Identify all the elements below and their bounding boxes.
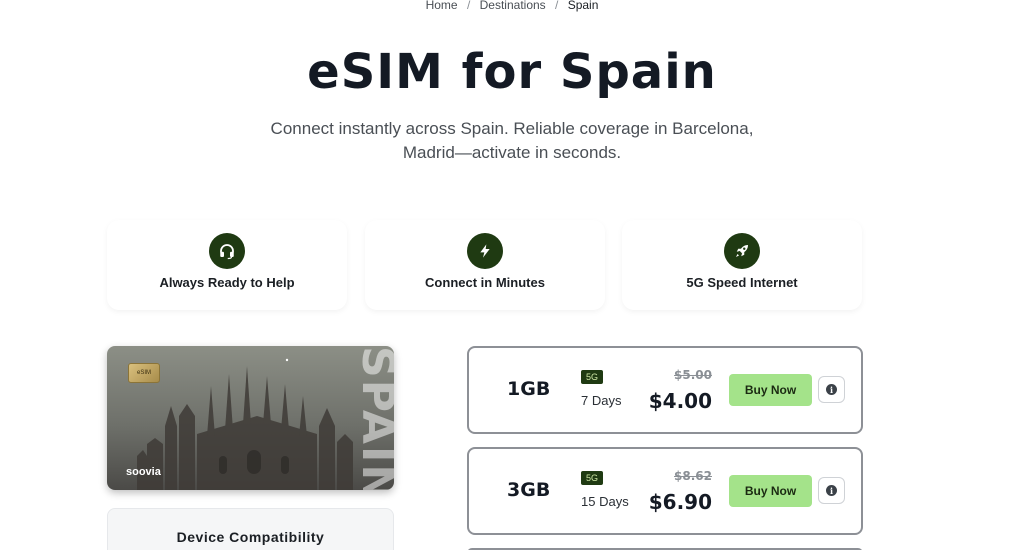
info-button[interactable]: i: [818, 376, 845, 403]
brand-logo: soovia: [126, 466, 161, 478]
esim-card-image: eSIM soovia SPAIN: [107, 346, 394, 490]
plan-price: $4.00: [648, 389, 712, 413]
buy-now-button[interactable]: Buy Now: [729, 475, 812, 507]
breadcrumb-home[interactable]: Home: [426, 0, 458, 12]
breadcrumb-separator: /: [555, 0, 559, 12]
headset-icon: [209, 233, 245, 269]
feature-card-5g: 5G Speed Internet: [622, 220, 862, 310]
plan-card[interactable]: 3GB 5G 15 Days $8.62 $6.90 Buy Now i: [467, 447, 863, 535]
network-badge: 5G: [581, 471, 604, 485]
plan-validity: 7 Days: [581, 393, 622, 408]
breadcrumb-destinations[interactable]: Destinations: [480, 0, 546, 12]
rocket-icon: [724, 233, 760, 269]
plan-original-price: $5.00: [674, 368, 712, 382]
card-country-text: SPAIN: [352, 346, 394, 490]
info-button[interactable]: i: [818, 477, 845, 504]
plan-data-amount: 3GB: [507, 479, 551, 501]
network-badge: 5G: [581, 370, 604, 384]
feature-label: Connect in Minutes: [425, 275, 545, 290]
plan-validity: 15 Days: [581, 494, 629, 509]
plan-data-amount: 1GB: [507, 378, 551, 400]
plan-price: $6.90: [648, 490, 712, 514]
feature-card-connect: Connect in Minutes: [365, 220, 605, 310]
page-title: eSIM for Spain: [307, 44, 717, 100]
page-subtitle: Connect instantly across Spain. Reliable…: [270, 119, 754, 162]
info-icon: i: [826, 485, 837, 496]
feature-label: 5G Speed Internet: [686, 275, 798, 290]
feature-card-support: Always Ready to Help: [107, 220, 347, 310]
breadcrumb-separator: /: [466, 0, 471, 12]
lightning-icon: [467, 233, 503, 269]
sim-chip: eSIM: [128, 363, 160, 383]
breadcrumb: Home / Destinations / Spain: [0, 0, 1024, 12]
plan-original-price: $8.62: [674, 469, 712, 483]
buy-now-button[interactable]: Buy Now: [729, 374, 812, 406]
info-icon: i: [826, 384, 837, 395]
plan-card[interactable]: 1GB 5G 7 Days $5.00 $4.00 Buy Now i: [467, 346, 863, 434]
device-compatibility-title: Device Compatibility: [176, 529, 325, 545]
device-compatibility-panel[interactable]: Device Compatibility: [107, 508, 394, 550]
feature-label: Always Ready to Help: [159, 275, 295, 290]
breadcrumb-current: Spain: [567, 0, 599, 12]
